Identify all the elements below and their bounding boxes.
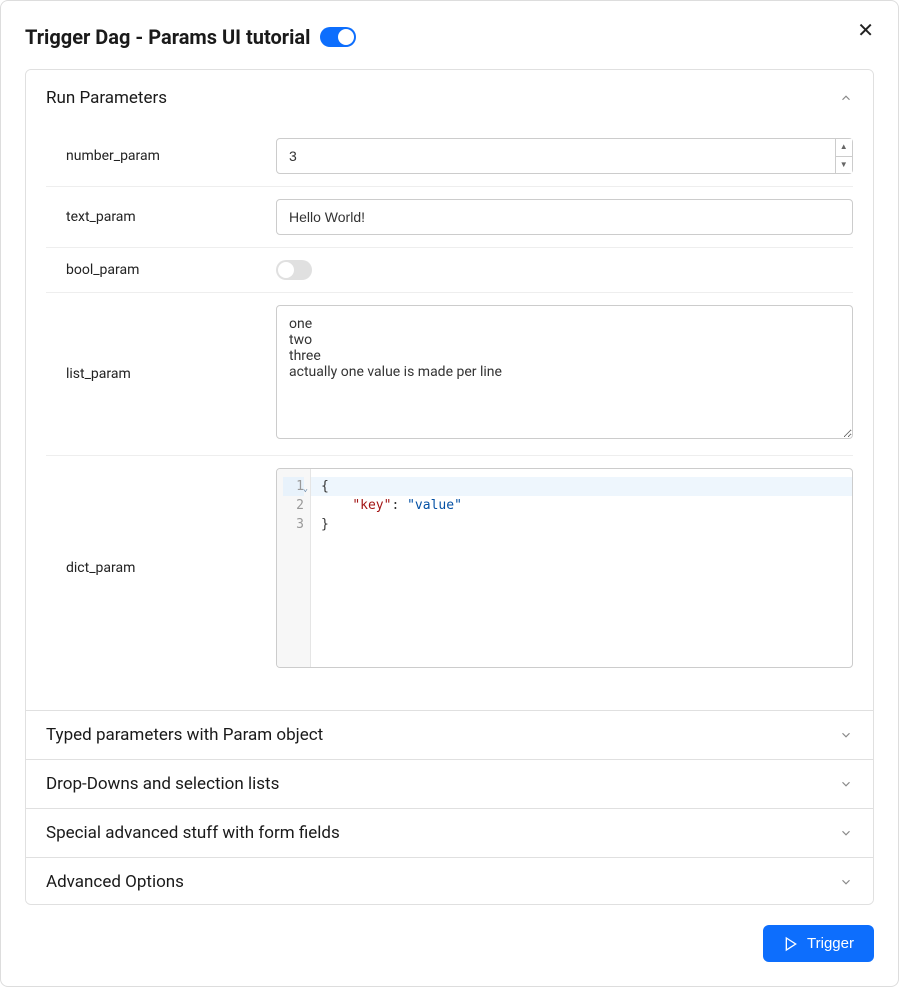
bool-param-toggle[interactable] bbox=[276, 260, 312, 280]
section-special-advanced-header[interactable]: Special advanced stuff with form fields bbox=[26, 809, 873, 857]
line-number: 3 bbox=[283, 515, 304, 534]
param-label: number_param bbox=[46, 148, 256, 164]
param-row-dict: dict_param 1⌄ 2 3 { "key": "value"} bbox=[46, 456, 853, 680]
param-row-text: text_param bbox=[46, 187, 853, 248]
number-input-wrap: ▲ ▼ bbox=[276, 138, 853, 174]
chevron-down-icon bbox=[839, 875, 853, 889]
section-title: Special advanced stuff with form fields bbox=[46, 823, 340, 843]
modal-header: Trigger Dag - Params UI tutorial bbox=[25, 25, 874, 49]
list-param-textarea[interactable] bbox=[276, 305, 853, 439]
spinner-down-button[interactable]: ▼ bbox=[836, 157, 852, 174]
close-icon: ✕ bbox=[857, 20, 874, 42]
section-advanced-options: Advanced Options bbox=[26, 858, 873, 905]
modal-footer: Trigger bbox=[25, 905, 874, 962]
param-label: list_param bbox=[46, 366, 256, 382]
code-content[interactable]: { "key": "value"} bbox=[311, 469, 852, 667]
modal-title: Trigger Dag - Params UI tutorial bbox=[25, 25, 310, 49]
param-input-wrap bbox=[276, 305, 853, 443]
section-title: Advanced Options bbox=[46, 872, 184, 892]
section-special-advanced: Special advanced stuff with form fields bbox=[26, 809, 873, 858]
trigger-button-label: Trigger bbox=[807, 935, 854, 952]
section-run-parameters: Run Parameters number_param ▲ ▼ bbox=[26, 70, 873, 711]
param-input-wrap: 1⌄ 2 3 { "key": "value"} bbox=[276, 468, 853, 668]
section-typed-parameters: Typed parameters with Param object bbox=[26, 711, 873, 760]
caret-down-icon: ▼ bbox=[840, 160, 848, 169]
spinner-up-button[interactable]: ▲ bbox=[836, 139, 852, 157]
param-input-wrap bbox=[276, 260, 853, 280]
trigger-button[interactable]: Trigger bbox=[763, 925, 874, 962]
param-row-number: number_param ▲ ▼ bbox=[46, 126, 853, 187]
param-input-wrap bbox=[276, 199, 853, 235]
caret-up-icon: ▲ bbox=[840, 142, 848, 151]
line-number: 2 bbox=[283, 496, 304, 515]
section-title: Run Parameters bbox=[46, 88, 167, 108]
section-typed-parameters-header[interactable]: Typed parameters with Param object bbox=[26, 711, 873, 759]
number-param-input[interactable] bbox=[276, 138, 836, 174]
param-label: dict_param bbox=[46, 560, 256, 576]
chevron-down-icon bbox=[839, 777, 853, 791]
chevron-down-icon bbox=[839, 728, 853, 742]
line-number: 1⌄ bbox=[283, 477, 304, 496]
param-row-list: list_param bbox=[46, 293, 853, 456]
code-gutter: 1⌄ 2 3 bbox=[277, 469, 311, 667]
params-accordion: Run Parameters number_param ▲ ▼ bbox=[25, 69, 874, 905]
dag-enabled-toggle[interactable] bbox=[320, 27, 356, 47]
section-dropdowns: Drop-Downs and selection lists bbox=[26, 760, 873, 809]
chevron-down-icon bbox=[839, 826, 853, 840]
section-run-parameters-body: number_param ▲ ▼ text_param bbox=[26, 126, 873, 710]
chevron-up-icon bbox=[839, 91, 853, 105]
param-input-wrap: ▲ ▼ bbox=[276, 138, 853, 174]
play-icon bbox=[783, 936, 799, 952]
param-label: bool_param bbox=[46, 262, 256, 278]
section-run-parameters-header[interactable]: Run Parameters bbox=[26, 70, 873, 126]
section-advanced-options-header[interactable]: Advanced Options bbox=[26, 858, 873, 905]
close-button[interactable]: ✕ bbox=[857, 21, 874, 41]
param-label: text_param bbox=[46, 209, 256, 225]
number-spinner: ▲ ▼ bbox=[836, 138, 853, 174]
trigger-dag-modal: ✕ Trigger Dag - Params UI tutorial Run P… bbox=[0, 0, 899, 987]
section-title: Drop-Downs and selection lists bbox=[46, 774, 279, 794]
section-title: Typed parameters with Param object bbox=[46, 725, 323, 745]
section-dropdowns-header[interactable]: Drop-Downs and selection lists bbox=[26, 760, 873, 808]
text-param-input[interactable] bbox=[276, 199, 853, 235]
param-row-bool: bool_param bbox=[46, 248, 853, 293]
dict-param-editor[interactable]: 1⌄ 2 3 { "key": "value"} bbox=[276, 468, 853, 668]
